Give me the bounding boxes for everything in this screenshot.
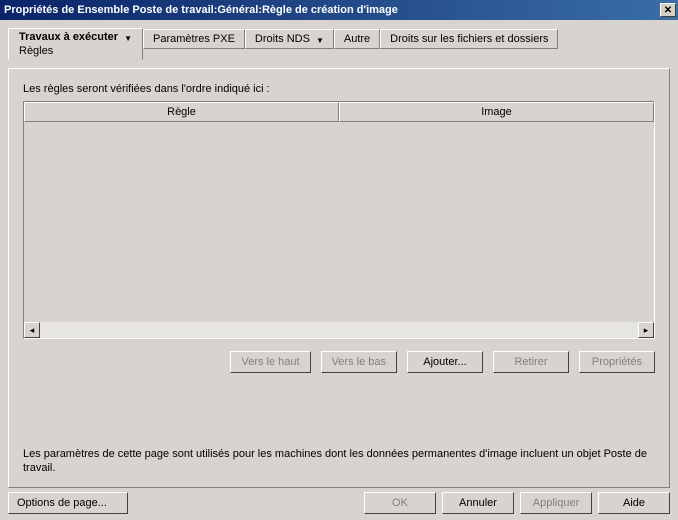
- window-body: Travaux à exécuter ▼ Règles Paramètres P…: [0, 20, 678, 520]
- move-up-button[interactable]: Vers le haut: [230, 351, 310, 373]
- remove-button[interactable]: Retirer: [493, 351, 569, 373]
- row-action-buttons: Vers le haut Vers le bas Ajouter... Reti…: [23, 351, 655, 373]
- tab-pxe-label: Paramètres PXE: [153, 33, 235, 45]
- tab-travaux[interactable]: Travaux à exécuter ▼ Règles: [8, 28, 143, 60]
- scroll-track[interactable]: [40, 322, 638, 338]
- close-button[interactable]: ✕: [660, 3, 676, 17]
- rules-table: Règle Image ◂ ▸: [23, 101, 655, 339]
- tab-autre[interactable]: Autre: [334, 29, 380, 49]
- table-header: Règle Image: [24, 102, 654, 122]
- col-image[interactable]: Image: [339, 102, 654, 122]
- tab-autre-label: Autre: [344, 33, 370, 45]
- col-rule[interactable]: Règle: [24, 102, 339, 122]
- tab-panel: Les règles seront vérifiées dans l'ordre…: [8, 68, 670, 488]
- ok-button[interactable]: OK: [364, 492, 436, 514]
- dialog-footer: Options de page... OK Annuler Appliquer …: [8, 492, 670, 514]
- page-options-button[interactable]: Options de page...: [8, 492, 128, 514]
- title-bar: Propriétés de Ensemble Poste de travail:…: [0, 0, 678, 20]
- tab-parametres-pxe[interactable]: Paramètres PXE: [143, 29, 245, 49]
- tab-nds-label: Droits NDS: [255, 33, 310, 45]
- caret-left-icon: ◂: [30, 325, 35, 336]
- apply-button[interactable]: Appliquer: [520, 492, 592, 514]
- chevron-down-icon: ▼: [316, 36, 324, 45]
- table-body[interactable]: [24, 122, 654, 322]
- tab-travaux-sublabel: Règles: [19, 43, 53, 57]
- tab-droits-nds[interactable]: Droits NDS ▼: [245, 29, 334, 49]
- close-icon: ✕: [664, 5, 672, 16]
- tab-strip: Travaux à exécuter ▼ Règles Paramètres P…: [8, 28, 670, 60]
- help-button[interactable]: Aide: [598, 492, 670, 514]
- window-title: Propriétés de Ensemble Poste de travail:…: [4, 4, 660, 16]
- scroll-left-button[interactable]: ◂: [24, 322, 40, 338]
- tab-droits-fichiers[interactable]: Droits sur les fichiers et dossiers: [380, 29, 558, 49]
- tab-fichiers-label: Droits sur les fichiers et dossiers: [390, 33, 548, 45]
- rules-hint: Les règles seront vérifiées dans l'ordre…: [23, 83, 655, 95]
- properties-button[interactable]: Propriétés: [579, 351, 655, 373]
- horizontal-scrollbar[interactable]: ◂ ▸: [24, 322, 654, 338]
- info-text: Les paramètres de cette page sont utilis…: [23, 447, 655, 475]
- chevron-down-icon: ▼: [124, 34, 132, 43]
- cancel-button[interactable]: Annuler: [442, 492, 514, 514]
- add-button[interactable]: Ajouter...: [407, 351, 483, 373]
- move-down-button[interactable]: Vers le bas: [321, 351, 397, 373]
- scroll-right-button[interactable]: ▸: [638, 322, 654, 338]
- caret-right-icon: ▸: [644, 325, 649, 336]
- tab-travaux-label: Travaux à exécuter: [19, 31, 118, 43]
